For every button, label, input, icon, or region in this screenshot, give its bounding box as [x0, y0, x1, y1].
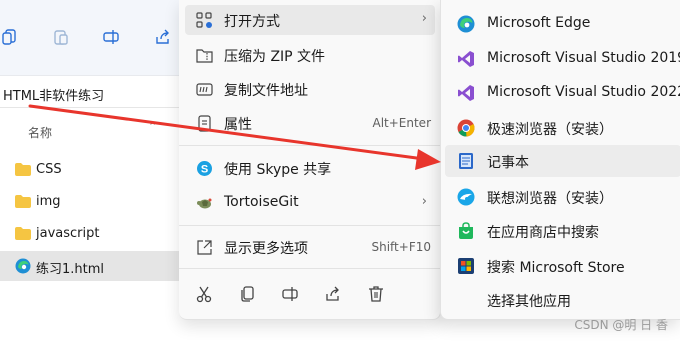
copy-icon[interactable] — [235, 282, 259, 306]
sort-caret-icon: ⌃ — [148, 120, 158, 133]
chevron-right-icon: › — [421, 194, 427, 209]
menu-item-label: 显示更多选项 — [224, 241, 308, 257]
address-text: HTML非软件练习 — [3, 89, 105, 104]
column-name-label: 名称 — [28, 126, 53, 140]
menu-item-open-with[interactable]: 打开方式 › — [185, 5, 435, 35]
microsoft-store-icon — [457, 257, 475, 275]
menu-item-label: 复制文件地址 — [224, 83, 308, 99]
address-bar[interactable]: HTML非软件练习 — [0, 78, 182, 108]
open-with-icon — [195, 11, 213, 29]
more-options-icon — [195, 238, 213, 256]
submenu-item-notepad[interactable]: 记事本 — [445, 145, 680, 177]
submenu-item-label: Microsoft Visual Studio 2019 — [487, 50, 680, 66]
menu-item-label: 打开方式 — [224, 14, 280, 30]
cut-icon[interactable] — [192, 282, 216, 306]
explorer-toolbar — [0, 0, 182, 76]
file-item-css[interactable]: CSS — [0, 155, 182, 185]
column-header-name[interactable]: 名称 ⌃ — [0, 118, 182, 144]
menu-item-shortcut: Shift+F10 — [371, 240, 431, 254]
folder-icon — [15, 163, 31, 176]
submenu-item-choose-other-app[interactable]: 选择其他应用 — [445, 284, 680, 316]
menu-item-label: 使用 Skype 共享 — [224, 162, 332, 178]
file-item-html-selected[interactable]: 练习1.html — [0, 251, 182, 281]
svg-text:S: S — [200, 163, 207, 175]
submenu-item-label: Microsoft Visual Studio 2022 — [487, 84, 680, 100]
menu-item-properties[interactable]: 属性 Alt+Enter — [185, 108, 435, 138]
visual-studio-icon — [457, 84, 475, 102]
submenu-item-search-microsoft-store[interactable]: 搜索 Microsoft Store — [445, 250, 680, 282]
properties-icon — [195, 114, 213, 132]
share-icon[interactable] — [152, 26, 174, 48]
submenu-item-label: 极速浏览器（安装） — [487, 122, 613, 138]
menu-item-label: 压缩为 ZIP 文件 — [224, 49, 326, 65]
watermark: CSDN @明 日 香 — [574, 318, 668, 332]
tortoisegit-icon — [195, 194, 213, 212]
copy-path-icon — [195, 80, 213, 98]
file-label: javascript — [36, 226, 100, 241]
submenu-item-label: Microsoft Edge — [487, 15, 591, 31]
file-label: img — [36, 194, 61, 209]
open-with-submenu: Microsoft Edge Microsoft Visual Studio 2… — [440, 0, 680, 320]
folder-icon — [15, 195, 31, 208]
menu-item-compress-zip[interactable]: 压缩为 ZIP 文件 — [185, 40, 435, 70]
edge-html-file-icon — [15, 258, 31, 274]
copy-icon[interactable] — [0, 26, 20, 48]
submenu-item-microsoft-edge[interactable]: Microsoft Edge — [445, 8, 680, 40]
rename-icon[interactable] — [100, 26, 122, 48]
submenu-item-fast-browser[interactable]: 极速浏览器（安装） — [445, 112, 680, 144]
context-menu: 打开方式 › 压缩为 ZIP 文件 复制文件地址 属性 Alt+Enter S … — [179, 0, 441, 320]
zip-icon — [195, 46, 213, 64]
lenovo-browser-icon — [457, 188, 475, 206]
file-item-javascript[interactable]: javascript — [0, 219, 182, 249]
file-label: CSS — [36, 162, 62, 177]
file-label: 练习1.html — [36, 262, 105, 277]
menu-item-show-more-options[interactable]: 显示更多选项 Shift+F10 — [185, 232, 435, 262]
skype-icon: S — [195, 159, 213, 177]
menu-item-label: TortoiseGit — [224, 194, 299, 210]
menu-separator — [179, 145, 441, 146]
rename-icon[interactable] — [278, 282, 302, 306]
menu-separator — [179, 268, 441, 269]
submenu-item-label: 联想浏览器（安装） — [487, 191, 613, 207]
chevron-right-icon: › — [421, 11, 427, 26]
chrome-icon — [457, 119, 475, 137]
share-icon[interactable] — [321, 282, 345, 306]
submenu-item-label: 记事本 — [487, 155, 529, 171]
menu-item-tortoisegit[interactable]: TortoiseGit › — [185, 188, 435, 218]
submenu-item-vs2019[interactable]: Microsoft Visual Studio 2019 — [445, 43, 680, 75]
edge-icon — [457, 15, 475, 33]
menu-quick-actions — [179, 276, 441, 312]
file-explorer-window: HTML非软件练习 名称 ⌃ CSS img javascript 练习1.ht… — [0, 0, 182, 342]
submenu-item-lenovo-browser[interactable]: 联想浏览器（安装） — [445, 181, 680, 213]
menu-separator — [179, 225, 441, 226]
menu-item-label: 属性 — [224, 117, 252, 133]
store-icon — [457, 222, 475, 240]
delete-icon[interactable] — [364, 282, 388, 306]
submenu-item-label: 搜索 Microsoft Store — [487, 260, 625, 276]
submenu-item-label: 选择其他应用 — [487, 294, 571, 310]
submenu-item-search-app-store[interactable]: 在应用商店中搜索 — [445, 215, 680, 247]
submenu-item-vs2022[interactable]: Microsoft Visual Studio 2022 — [445, 77, 680, 109]
menu-item-shortcut: Alt+Enter — [372, 116, 431, 130]
menu-item-copy-path[interactable]: 复制文件地址 — [185, 74, 435, 104]
notepad-icon — [457, 152, 475, 170]
file-item-img[interactable]: img — [0, 187, 182, 217]
submenu-item-label: 在应用商店中搜索 — [487, 225, 599, 241]
visual-studio-icon — [457, 50, 475, 68]
paste-icon[interactable] — [50, 26, 72, 48]
menu-item-skype-share[interactable]: S 使用 Skype 共享 — [185, 153, 435, 183]
folder-icon — [15, 227, 31, 240]
